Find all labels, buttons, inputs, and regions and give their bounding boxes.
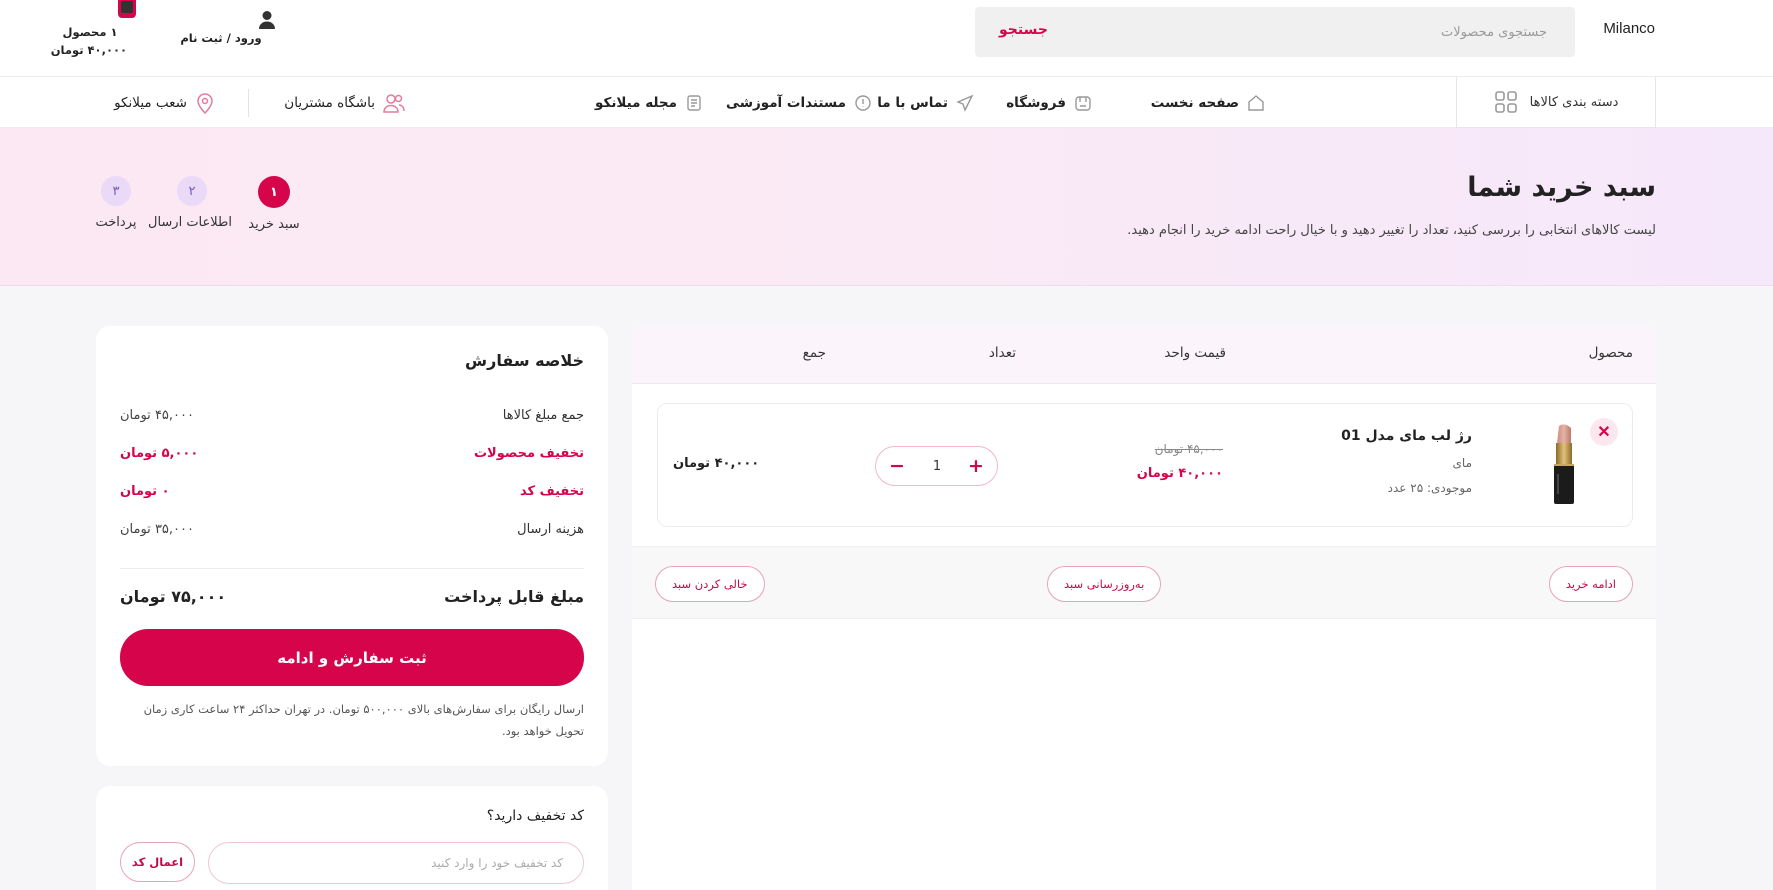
original-price: ۴۵,۰۰۰ تومان — [1154, 442, 1223, 456]
summary-label: هزینه ارسال — [517, 522, 584, 537]
summary-label: تخفیف کد — [520, 484, 584, 499]
step-number: ۱ — [258, 176, 290, 208]
product-image[interactable] — [1542, 422, 1586, 506]
nav-shop[interactable]: فروشگاه — [1006, 77, 1092, 128]
summary-row-subtotal: جمع مبلغ کالاها ۴۵,۰۰۰ تومان — [120, 408, 584, 428]
top-header: Milanco جستجو ورود / ثبت نام ۱ محصول ۴۰,… — [0, 0, 1773, 77]
product-stock: موجودی: ۲۵ عدد — [1387, 481, 1472, 495]
home-icon — [1247, 94, 1265, 112]
quantity-input[interactable] — [916, 456, 958, 476]
continue-shopping-button[interactable]: ادامه خرید — [1548, 566, 1633, 602]
search-button[interactable]: جستجو — [999, 22, 1048, 38]
store-icon — [1074, 94, 1092, 112]
update-cart-button[interactable]: به‌روزرسانی سبد — [1047, 566, 1162, 602]
nav-magazine-label: مجله میلانکو — [595, 94, 677, 111]
product-name[interactable]: رژ لب مای مدل 01 — [1341, 428, 1472, 444]
summary-value: ۰ تومان — [120, 484, 170, 499]
increase-quantity-button[interactable]: + — [963, 453, 989, 479]
nav-docs-label: مستندات آموزشی — [726, 94, 846, 111]
decrease-quantity-button[interactable]: − — [884, 453, 910, 479]
nav-branches[interactable]: شعب میلانکو — [114, 77, 215, 128]
page-title: سبد خرید شما — [1467, 172, 1656, 203]
discounted-price: ۴۰,۰۰۰ تومان — [1136, 466, 1223, 481]
page-subtitle: لیست کالاهای انتخابی را بررسی کنید، تعدا… — [1127, 223, 1656, 238]
step-number: ۳ — [101, 176, 131, 206]
column-total: جمع — [802, 345, 826, 361]
step-number: ۲ — [177, 176, 207, 206]
step-shipping: ۲ اطلاعات ارسال — [148, 176, 232, 230]
categories-button[interactable]: دسته بندی کالاها — [1456, 77, 1656, 128]
cart-item: ✕ رژ لب مای مدل 01 مای موجودی: ۲۵ عدد ۴۵… — [657, 403, 1633, 527]
cart-actions-bar: ادامه خرید به‌روزرسانی سبد خالی کردن سبد — [632, 546, 1656, 619]
order-summary: خلاصه سفارش جمع مبلغ کالاها ۴۵,۰۰۰ تومان… — [96, 326, 608, 766]
summary-divider — [120, 568, 584, 569]
nav-divider — [248, 89, 249, 117]
apply-coupon-button[interactable]: اعمال کد — [120, 842, 195, 882]
nav-club-label: باشگاه مشتریان — [284, 94, 375, 111]
coupon-box: کد تخفیف دارید؟ اعمال کد — [96, 786, 608, 890]
grid-icon — [1494, 90, 1518, 114]
search-bar: جستجو — [975, 7, 1575, 57]
account-label: ورود / ثبت نام — [180, 31, 262, 45]
summary-row-product-discount: تخفیف محصولات ۵,۰۰۰ تومان — [120, 446, 584, 466]
cart-table-header: محصول قیمت واحد تعداد جمع — [632, 325, 1656, 384]
summary-row-shipping: هزینه ارسال ۳۵,۰۰۰ تومان — [120, 522, 584, 542]
summary-value: ۳۵,۰۰۰ تومان — [120, 522, 194, 537]
nav-magazine[interactable]: مجله میلانکو — [595, 77, 703, 128]
step-label: سبد خرید — [248, 217, 300, 232]
column-product: محصول — [1588, 345, 1633, 361]
payable-label: مبلغ قابل پرداخت — [444, 587, 584, 606]
summary-value: ۴۵,۰۰۰ تومان — [120, 408, 194, 423]
payable-value: ۷۵,۰۰۰ تومان — [120, 587, 227, 606]
nav-branches-label: شعب میلانکو — [114, 94, 187, 111]
users-icon — [383, 92, 405, 114]
login-register[interactable]: ورود / ثبت نام — [166, 10, 276, 50]
step-label: اطلاعات ارسال — [148, 215, 232, 230]
cart-count: ۱ محصول — [62, 25, 118, 39]
summary-title: خلاصه سفارش — [465, 351, 584, 370]
nav-club[interactable]: باشگاه مشتریان — [284, 77, 405, 128]
remove-item-button[interactable]: ✕ — [1590, 418, 1618, 446]
brand-logo[interactable]: Milanco — [1603, 20, 1655, 37]
line-total: ۴۰,۰۰۰ تومان — [673, 456, 760, 471]
location-pin-icon — [195, 92, 215, 114]
step-payment: ۳ پرداخت — [76, 176, 156, 230]
categories-label: دسته بندی کالاها — [1529, 94, 1619, 110]
shipping-note: ارسال رایگان برای سفارش‌های بالای ۵۰۰,۰۰… — [143, 702, 584, 738]
checkout-button[interactable]: ثبت سفارش و ادامه — [120, 629, 584, 686]
empty-cart-button[interactable]: خالی کردن سبد — [655, 566, 765, 602]
summary-label: جمع مبلغ کالاها — [502, 408, 584, 423]
step-cart: ۱ سبد خرید — [234, 176, 314, 232]
page-hero: سبد خرید شما لیست کالاهای انتخابی را برر… — [0, 128, 1773, 286]
cart-total: ۴۰,۰۰۰ تومان — [50, 43, 127, 57]
main-nav: دسته بندی کالاها صفحه نخست فروشگاه تماس … — [0, 77, 1773, 128]
header-cart[interactable]: ۱ محصول ۴۰,۰۰۰ تومان — [51, 0, 164, 62]
coupon-title: کد تخفیف دارید؟ — [486, 808, 584, 824]
coupon-input[interactable] — [208, 842, 584, 884]
step-label: پرداخت — [95, 215, 137, 230]
column-unit-price: قیمت واحد — [1164, 345, 1226, 361]
quantity-stepper: + − — [875, 446, 998, 486]
column-quantity: تعداد — [988, 345, 1016, 361]
cart-bag-icon — [118, 0, 136, 18]
info-icon — [854, 94, 872, 112]
cart-panel: محصول قیمت واحد تعداد جمع ✕ رژ لب مای مد… — [632, 325, 1656, 890]
product-brand: مای — [1452, 456, 1472, 470]
nav-docs[interactable]: مستندات آموزشی — [726, 77, 872, 128]
nav-contact-label: تماس با ما — [877, 94, 948, 111]
summary-label: تخفیف محصولات — [473, 446, 584, 461]
nav-contact[interactable]: تماس با ما — [877, 77, 974, 128]
search-input[interactable] — [1095, 7, 1575, 57]
nav-home[interactable]: صفحه نخست — [1151, 77, 1265, 128]
summary-value: ۵,۰۰۰ تومان — [120, 446, 199, 461]
summary-row-code-discount: تخفیف کد ۰ تومان — [120, 484, 584, 504]
magazine-icon — [685, 94, 703, 112]
send-icon — [956, 94, 974, 112]
nav-shop-label: فروشگاه — [1006, 94, 1066, 111]
user-icon — [166, 10, 276, 30]
nav-home-label: صفحه نخست — [1150, 94, 1239, 111]
